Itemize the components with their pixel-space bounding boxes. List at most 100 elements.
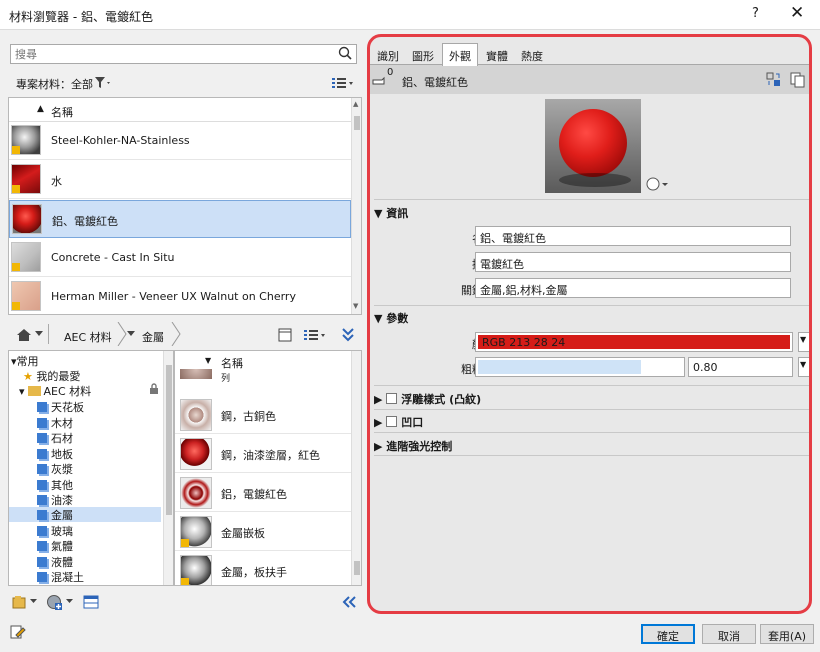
folder-icon bbox=[37, 557, 47, 567]
chevron-down-icon[interactable] bbox=[127, 331, 135, 337]
tab-thermal[interactable]: 熱度 bbox=[521, 45, 543, 65]
project-material-list: ▲ 名稱 Steel-Kohler-NA-Stainless 水 鋁、電鍍紅色 … bbox=[8, 97, 362, 315]
preview-options-icon[interactable] bbox=[646, 177, 670, 191]
chevron-down-icon[interactable] bbox=[35, 331, 43, 337]
project-materials-filter[interactable]: 專案材料：全部 bbox=[16, 76, 93, 92]
relief-section-header[interactable]: ▶ 浮雕樣式 (凸紋) bbox=[374, 391, 481, 407]
tree-category[interactable]: 石材 bbox=[37, 430, 73, 445]
chevron-down-icon[interactable] bbox=[30, 599, 37, 604]
search-box[interactable] bbox=[10, 44, 357, 64]
keywords-field[interactable]: 金屬,鋁,材料,金屬 bbox=[475, 278, 791, 298]
search-input[interactable] bbox=[11, 45, 331, 63]
scrollbar-thumb[interactable] bbox=[166, 365, 172, 515]
folder-icon bbox=[37, 541, 47, 551]
tree-category[interactable]: 其他 bbox=[37, 477, 73, 492]
scrollbar-thumb[interactable] bbox=[354, 116, 360, 130]
tree-category[interactable]: 油漆 bbox=[37, 492, 73, 507]
tree-favorites[interactable]: ★ 我的最愛 bbox=[23, 368, 80, 383]
library-row[interactable]: 金屬，板扶手 bbox=[175, 551, 352, 585]
edit-note-icon[interactable] bbox=[10, 624, 26, 640]
star-icon: ★ bbox=[23, 370, 33, 383]
name-field[interactable]: 鋁、電鍍紅色 bbox=[475, 226, 791, 246]
column-name-header[interactable]: 名稱 bbox=[221, 355, 243, 371]
params-section-header[interactable]: ▼ 參數 bbox=[374, 310, 408, 326]
library-row[interactable]: 鋼，油漆塗層，紅色 bbox=[175, 434, 352, 473]
scrollbar-thumb[interactable] bbox=[354, 561, 360, 575]
tree-scrollbar[interactable] bbox=[163, 351, 173, 585]
tab-appearance[interactable]: 外觀 bbox=[442, 43, 478, 66]
roughness-dropdown[interactable]: ▼ bbox=[798, 357, 809, 377]
description-field[interactable]: 電鍍紅色 bbox=[475, 252, 791, 272]
sort-up-icon: ▲ bbox=[37, 104, 44, 114]
replace-asset-icon[interactable] bbox=[766, 72, 782, 88]
library-item-name: 鋁，電鍍紅色 bbox=[221, 488, 287, 501]
list-header[interactable]: ▲ 名稱 bbox=[9, 98, 351, 122]
breadcrumb-metal[interactable]: 金屬 bbox=[142, 329, 164, 345]
material-editor-toggle-icon[interactable] bbox=[83, 595, 99, 609]
library-list-scrollbar[interactable] bbox=[351, 351, 361, 585]
duplicate-asset-icon[interactable] bbox=[790, 72, 806, 88]
search-icon[interactable] bbox=[338, 46, 352, 60]
tree-category[interactable]: 地板 bbox=[37, 446, 73, 461]
list-view-icon[interactable] bbox=[304, 329, 326, 341]
tree-aec-library[interactable]: ▾ AEC 材料 bbox=[19, 383, 91, 398]
material-list-scrollbar[interactable]: ▲ ▼ bbox=[351, 98, 361, 314]
tree-category[interactable]: 混凝土 bbox=[37, 569, 84, 584]
tab-identity[interactable]: 識別 bbox=[377, 45, 399, 65]
material-row-concrete[interactable]: Concrete - Cast In Situ bbox=[9, 239, 351, 277]
tree-category[interactable]: 液體 bbox=[37, 554, 73, 569]
library-folder-icon[interactable] bbox=[12, 595, 28, 609]
create-material-icon[interactable] bbox=[46, 594, 62, 610]
tree-category[interactable]: 木材 bbox=[37, 415, 73, 430]
tree-category[interactable]: 玻璃 bbox=[37, 523, 73, 538]
folder-icon bbox=[27, 386, 41, 396]
tab-graphics[interactable]: 圖形 bbox=[412, 45, 434, 65]
material-row-veneer[interactable]: Herman Miller - Veneer UX Walnut on Cher… bbox=[9, 278, 351, 314]
tree-category[interactable]: 灰漿 bbox=[37, 461, 73, 476]
tree-category[interactable]: 天花板 bbox=[37, 399, 84, 414]
advanced-section-header[interactable]: ▶ 進階強光控制 bbox=[374, 438, 452, 454]
panel-toggle-icon[interactable] bbox=[278, 328, 292, 342]
breadcrumb-aec[interactable]: AEC 材料 bbox=[64, 329, 112, 345]
color-dropdown[interactable]: ▼ bbox=[798, 332, 809, 352]
tree-category[interactable]: 氣體 bbox=[37, 538, 73, 553]
tab-physical[interactable]: 實體 bbox=[486, 45, 508, 65]
library-item-name: 鋼，油漆塗層，紅色 bbox=[221, 449, 320, 462]
warning-badge-icon bbox=[181, 539, 189, 547]
collapse-icon[interactable] bbox=[342, 328, 354, 342]
material-row-water[interactable]: 水 bbox=[9, 161, 351, 199]
tree-category-selected[interactable]: 金屬 bbox=[9, 507, 161, 522]
funnel-icon[interactable] bbox=[95, 77, 111, 89]
roughness-slider[interactable] bbox=[475, 357, 685, 377]
material-swatch-veneer bbox=[11, 281, 41, 311]
scroll-up-icon[interactable]: ▲ bbox=[353, 100, 358, 108]
roughness-value-field[interactable]: 0.80 bbox=[688, 357, 793, 377]
home-icon[interactable] bbox=[16, 328, 32, 342]
material-swatch bbox=[180, 399, 212, 431]
scroll-down-icon[interactable]: ▼ bbox=[353, 302, 358, 310]
library-list-header[interactable]: ▼ 名稱 bbox=[175, 351, 352, 371]
material-swatch-concrete bbox=[11, 242, 41, 272]
relief-checkbox[interactable] bbox=[386, 393, 398, 404]
column-name-header[interactable]: 名稱 bbox=[51, 104, 73, 120]
tree-favorites-group[interactable]: ▾常用 bbox=[11, 353, 39, 368]
info-section-header[interactable]: ▼ 資訊 bbox=[374, 205, 408, 221]
library-row[interactable]: 鋼，古銅色 bbox=[175, 395, 352, 434]
library-row[interactable]: 鋁，電鍍紅色 bbox=[175, 473, 352, 512]
cutout-section-header[interactable]: ▶ 凹口 bbox=[374, 414, 423, 430]
ok-button[interactable]: 確定 bbox=[641, 624, 695, 644]
cutout-checkbox[interactable] bbox=[386, 416, 398, 427]
list-view-icon[interactable] bbox=[332, 77, 354, 89]
material-row-red-aluminum[interactable]: 鋁、電鍍紅色 bbox=[9, 200, 351, 238]
apply-button[interactable]: 套用(A) bbox=[760, 624, 814, 644]
cancel-button[interactable]: 取消 bbox=[702, 624, 756, 644]
color-field[interactable]: RGB 213 28 24 bbox=[475, 332, 793, 352]
library-row[interactable]: 金屬嵌板 bbox=[175, 512, 352, 551]
chevron-down-icon[interactable] bbox=[66, 599, 73, 604]
material-row-steel[interactable]: Steel-Kohler-NA-Stainless bbox=[9, 122, 351, 160]
color-swatch[interactable]: RGB 213 28 24 bbox=[478, 335, 790, 349]
folder-icon bbox=[37, 449, 47, 459]
collapse-left-icon[interactable] bbox=[342, 596, 356, 608]
close-button[interactable]: ✕ bbox=[790, 3, 804, 23]
help-button[interactable]: ? bbox=[752, 6, 759, 21]
